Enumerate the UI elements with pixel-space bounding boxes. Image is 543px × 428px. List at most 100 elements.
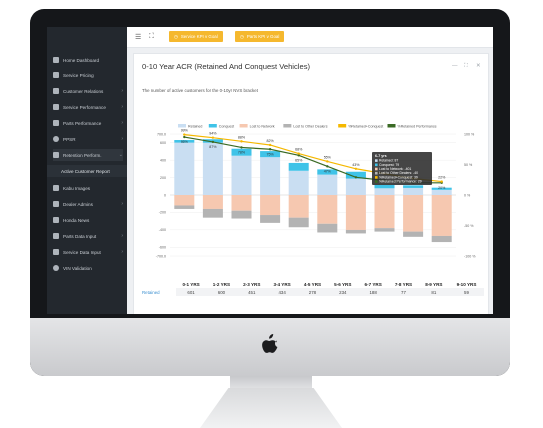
bar-retained [345,178,366,195]
top-bar: ☰ ⛶ ◷ Service KPI v Goal ◷ Parts KPI v Goa… [127,27,493,48]
line-retained-conquest-point [268,143,272,147]
y2-tick-label: -100 % [464,254,476,258]
chevron-right-icon: › [121,120,123,126]
table-header-cell: 1-2 YRS [212,281,231,287]
y-tick-label: 200 [160,176,166,180]
legend-label: Conquest [219,124,234,128]
y-tick-label: 400 [160,158,166,162]
minimize-icon[interactable]: — [452,63,458,69]
legend-label: %Retained+Conquest [348,124,383,128]
tag-icon [53,120,59,126]
y2-tick-label: 0 % [464,193,471,197]
tooltip-swatch [375,159,378,162]
bar-retained [260,157,281,195]
y-tick-label: -200 [159,211,166,215]
sidebar: Home Dashboard Service Pricing Customer … [47,27,127,314]
line-retained-performance-point [240,146,243,149]
chevron-right-icon: › [121,201,123,207]
bar-lost-other [374,228,395,232]
fullscreen-icon[interactable]: ⛶ [149,33,154,41]
line-retained-conquest-label: 55% [324,155,332,159]
sidebar-item-parts-data-input[interactable]: Parts Data Input › [53,230,123,242]
line-retained-conquest-label: 82% [266,139,274,143]
sidebar-item-label: Kabu Images [63,185,91,191]
line-retained-conquest-label: 68% [295,148,303,152]
data-table: 0-1 YRS 1-2 YRS 2-3 YRS 3-4 YRS 4-5 YRS 5-6 Y… [138,280,484,296]
line-retained-performance-label: 75% [266,152,274,156]
bar-conquest [288,162,309,171]
chevron-right-icon: › [121,249,123,255]
card-title: 0-10 Year ACR (Retained And Conquest Veh… [142,62,311,71]
bar-lost-network [374,195,395,229]
sidebar-item-retention-performance[interactable]: Retention Perform. ⌄ [53,149,123,161]
sidebar-item-dealer-admins[interactable]: Dealer Admins › [53,198,123,210]
line-retained-conquest-label: 43% [352,163,360,167]
chevron-right-icon: › [121,104,123,110]
expand-icon[interactable]: ⛶ [464,63,468,70]
sidebar-item-service-data-input[interactable]: Service Data Input › [53,246,123,258]
table-cell: 600 [206,288,237,296]
line-retained-performance-label: 95% [181,140,189,144]
hamburger-menu-icon[interactable]: ☰ [135,33,141,41]
table-header-cell: 9-10 YRS [456,281,477,287]
table-cell: 81 [418,288,449,296]
sidebar-item-service-performance[interactable]: Service Performance › [53,101,123,113]
bar-lost-network [231,195,252,211]
sidebar-item-service-pricing[interactable]: Service Pricing [53,69,123,81]
table-corner [138,280,176,288]
table-cell: 278 [297,288,328,296]
sidebar-item-honda-news[interactable]: Honda News [53,214,123,226]
chevron-right-icon: › [121,233,123,239]
sidebar-item-customer-relations[interactable]: Customer Relations › [53,85,123,97]
bar-lost-network [174,195,195,206]
sidebar-subitem-active-customer-report[interactable]: Active Customer Report [47,165,127,177]
y-tick-label: -600 [159,246,166,250]
tooltip-swatch [375,176,378,179]
table-row-label: Retained [138,288,176,296]
sidebar-item-label: Service Data Input [63,249,101,255]
y-tick-label: -700.0 [156,254,166,258]
sidebar-item-label: Customer Relations [63,88,104,94]
sidebar-item-parts-performance[interactable]: Parts Performance › [53,117,123,129]
search-icon [53,265,59,271]
pencil-icon [53,249,59,255]
line-retained-conquest-label: 99% [181,129,189,133]
legend-label: Retained [188,124,202,128]
bar-retained [403,187,424,195]
bar-lost-other [202,208,223,218]
tooltip-swatch [375,163,378,167]
bar-lost-network [202,195,223,209]
sidebar-item-ppsr[interactable]: PPSR › [53,133,123,145]
line-retained-conquest-point [240,140,243,143]
sidebar-item-home-dashboard[interactable]: Home Dashboard [53,54,123,66]
table-header-cell: 0-1 YRS [182,281,200,287]
line-retained-performance-point [183,135,186,139]
gear-icon [53,88,59,94]
retention-icon [53,152,59,158]
sidebar-item-label: Parts Data Input [63,233,97,239]
table-header-cell: 8-9 YRS [425,281,443,287]
sidebar-item-kabu-images[interactable]: Kabu Images [53,182,123,194]
line-retained-performance-label: 78% [238,150,246,154]
sidebar-item-vin-validation[interactable]: VIN Validation [53,262,123,274]
circle-icon [53,136,59,142]
bar-lost-other [174,205,195,209]
bar-lost-network [345,195,366,230]
sidebar-item-label: Home Dashboard [63,57,100,63]
table-cell: 188 [357,288,389,296]
service-kpi-goal-button[interactable]: ◷ Service KPI v Goal [169,31,223,42]
bar-conquest [374,184,395,189]
close-icon[interactable]: ✕ [476,63,481,69]
pencil-icon [53,233,59,239]
bar-retained [202,142,223,195]
line-retained-performance-point [326,165,329,168]
table-header-cell: 2-3 YRS [243,281,261,287]
y-tick-label: 700.0 [157,132,166,136]
bar-lost-other [260,215,281,223]
monitor-chin [30,318,510,376]
line-retained-conquest-label: 22% [438,176,446,180]
parts-kpi-goal-button[interactable]: ◷ Parts KPI v Goal [235,31,285,42]
bar-lost-network [403,195,424,232]
table-header-cell: 5-6 YRS [334,281,352,287]
legend-swatch [338,124,347,128]
